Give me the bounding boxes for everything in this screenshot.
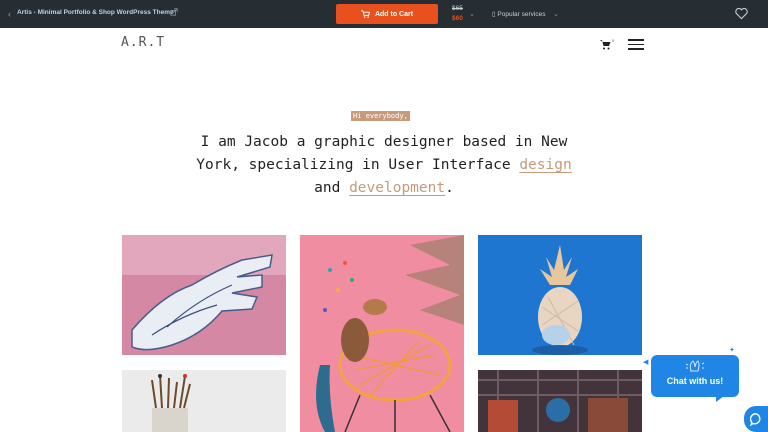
cart-icon (360, 10, 370, 18)
chat-bubble-tail (716, 396, 724, 402)
hero-and: and (314, 180, 341, 196)
gallery-tile-painted-hand[interactable] (122, 235, 286, 355)
gallery-tile-pineapple[interactable] (478, 235, 642, 355)
development-link[interactable]: development (349, 180, 445, 196)
waving-hand-icon (685, 360, 705, 372)
price-new: $60 (452, 15, 463, 22)
chat-launcher-button[interactable] (744, 406, 768, 432)
pineapple-image (478, 235, 642, 355)
hamburger-menu-icon[interactable] (628, 39, 644, 50)
design-link[interactable]: design (519, 157, 571, 173)
brushes-image (122, 370, 286, 432)
chevron-down-icon[interactable]: ⌄ (469, 10, 475, 18)
popular-services-label: Popular services (497, 11, 546, 18)
gallery-tile-brushes[interactable] (122, 370, 286, 432)
chat-arrow-icon: ◀ (643, 359, 649, 366)
hero-intro-text: I am Jacob a graphic designer based in N… (180, 131, 588, 200)
gallery-tile-industrial[interactable] (478, 370, 642, 432)
close-icon[interactable]: ✦ (729, 346, 735, 354)
back-icon[interactable]: ‹ (8, 9, 11, 19)
add-to-cart-label: Add to Cart (374, 10, 414, 18)
painted-hand-image (122, 235, 286, 355)
greeting-label: Hi everybody, (351, 111, 410, 121)
hero-text: I am Jacob a graphic designer based in N… (196, 134, 568, 173)
chat-label: Chat with us! (666, 376, 724, 386)
chat-icon (750, 413, 761, 426)
hero-period: . (445, 180, 454, 196)
add-to-cart-button[interactable]: Add to Cart (336, 4, 438, 24)
external-link-icon[interactable] (170, 8, 178, 16)
popular-services-dropdown[interactable]: ▯ Popular services (492, 10, 545, 18)
price-old: $65 (452, 5, 463, 12)
product-title-link[interactable]: Artis - Minimal Portfolio & Shop WordPre… (17, 9, 174, 16)
heart-icon[interactable] (735, 7, 748, 20)
industrial-image (478, 370, 642, 432)
marketplace-top-bar: ‹ Artis - Minimal Portfolio & Shop WordP… (0, 0, 768, 28)
gallery-tile-pink-chair[interactable] (300, 235, 464, 432)
chevron-down-icon[interactable]: ⌄ (553, 10, 559, 18)
cart-icon[interactable] (600, 39, 611, 50)
site-logo[interactable]: A.R.T (121, 35, 165, 50)
pink-chair-image (300, 235, 464, 432)
cart-count-badge: 0 (612, 38, 615, 43)
